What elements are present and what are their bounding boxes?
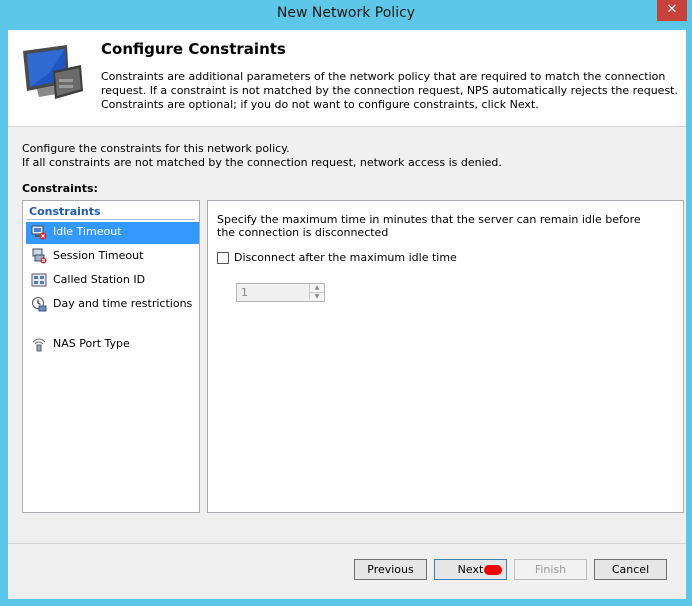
session-timeout-icon bbox=[31, 248, 47, 267]
disconnect-checkbox[interactable] bbox=[217, 252, 229, 264]
constraint-item-label: Day and time restrictions bbox=[53, 297, 193, 310]
constraint-settings-panel: Specify the maximum time in minutes that… bbox=[207, 200, 684, 513]
idle-time-value[interactable]: 1 bbox=[241, 286, 248, 299]
window-bottom-border bbox=[0, 599, 692, 606]
constraints-list[interactable]: Constraints Idle Timeout Session Timeout… bbox=[22, 200, 200, 513]
constraint-item-session-timeout[interactable]: Session Timeout bbox=[26, 246, 199, 268]
constraint-item-label: Session Timeout bbox=[53, 249, 144, 262]
constraint-item-label: Idle Timeout bbox=[53, 225, 122, 238]
intro-line-1: Configure the constraints for this netwo… bbox=[22, 142, 290, 155]
panel-description: Specify the maximum time in minutes that… bbox=[217, 213, 641, 239]
clock-icon bbox=[31, 296, 47, 315]
constraint-item-called-station-id[interactable]: Called Station ID bbox=[26, 270, 199, 292]
page-description: Constraints are additional parameters of… bbox=[101, 70, 678, 111]
intro-line-2: If all constraints are not matched by th… bbox=[22, 156, 502, 169]
previous-button[interactable]: Previous bbox=[354, 559, 427, 580]
spin-down-arrow-icon[interactable]: ▼ bbox=[309, 292, 324, 300]
finish-button: Finish bbox=[514, 559, 587, 580]
list-header-divider bbox=[27, 219, 195, 220]
title-bar: New Network Policy ✕ bbox=[0, 0, 692, 30]
idle-time-spinner[interactable]: 1 ▲ ▼ bbox=[236, 283, 325, 302]
footer-divider bbox=[8, 543, 686, 544]
network-computer-icon bbox=[19, 43, 85, 106]
idle-timeout-icon bbox=[31, 224, 47, 243]
wizard-header: Configure Constraints Constraints are ad… bbox=[8, 30, 686, 127]
page-title: Configure Constraints bbox=[101, 40, 286, 58]
dialog-client: Configure Constraints Constraints are ad… bbox=[8, 30, 686, 599]
window-title: New Network Policy bbox=[276, 5, 416, 21]
constraint-item-label: Called Station ID bbox=[53, 273, 146, 286]
constraint-item-label: NAS Port Type bbox=[53, 337, 130, 350]
disconnect-checkbox-label[interactable]: Disconnect after the maximum idle time bbox=[234, 251, 457, 264]
constraint-item-nas-port-type[interactable]: NAS Port Type bbox=[26, 334, 199, 356]
constraint-item-idle-timeout[interactable]: Idle Timeout bbox=[26, 222, 199, 244]
intro-text: Configure the constraints for this netwo… bbox=[22, 142, 502, 170]
close-button[interactable]: ✕ bbox=[657, 0, 687, 21]
nas-port-icon bbox=[31, 336, 47, 355]
spin-up-arrow-icon[interactable]: ▲ bbox=[309, 284, 324, 292]
constraint-item-day-time[interactable]: Day and time restrictions bbox=[26, 294, 199, 324]
constraints-list-header: Constraints bbox=[29, 205, 101, 218]
constraints-label: Constraints: bbox=[22, 182, 98, 195]
red-annotation-mark bbox=[484, 565, 502, 575]
cancel-button[interactable]: Cancel bbox=[594, 559, 667, 580]
called-station-icon bbox=[31, 272, 47, 291]
